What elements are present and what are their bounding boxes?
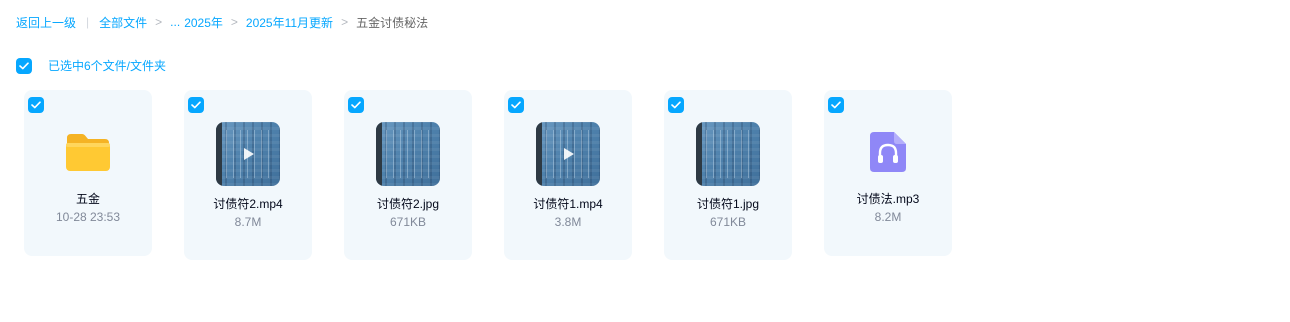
file-checkbox[interactable] <box>188 97 204 113</box>
chevron-right-icon: > <box>230 15 238 29</box>
back-link[interactable]: 返回上一级 <box>16 14 76 31</box>
selection-count: 已选中6个文件/文件夹 <box>48 59 167 73</box>
headphones-icon <box>870 132 906 172</box>
breadcrumb-level1-link[interactable]: 2025年 <box>184 14 223 31</box>
file-card[interactable]: 讨债符1.jpg 671KB <box>664 90 792 260</box>
check-icon <box>19 61 29 69</box>
video-thumbnail <box>536 122 600 186</box>
video-thumbnail <box>216 122 280 186</box>
check-icon <box>351 101 361 109</box>
select-all-checkbox[interactable] <box>16 57 32 74</box>
select-all-row: 已选中6个文件/文件夹 <box>16 57 166 74</box>
check-icon <box>191 101 201 109</box>
file-checkbox[interactable] <box>668 97 684 113</box>
breadcrumb-divider: | <box>86 15 90 29</box>
file-card[interactable]: 讨债符2.jpg 671KB <box>344 90 472 260</box>
file-meta: 671KB <box>389 215 427 229</box>
breadcrumb-ellipsis[interactable]: ... <box>170 15 180 29</box>
file-checkbox[interactable] <box>28 97 44 113</box>
file-name: 讨债法.mp3 <box>856 192 920 206</box>
breadcrumb: 返回上一级 | 全部文件 > ... 2025年 > 2025年11月更新 > … <box>16 12 428 32</box>
file-name: 讨债符2.mp4 <box>213 197 283 211</box>
file-card[interactable]: 讨债法.mp3 8.2M <box>824 90 952 256</box>
file-checkbox[interactable] <box>508 97 524 113</box>
file-name: 讨债符2.jpg <box>376 197 440 211</box>
breadcrumb-current: 五金讨债秘法 <box>356 15 429 30</box>
check-icon <box>31 101 41 109</box>
breadcrumb-root-link[interactable]: 全部文件 <box>99 14 147 31</box>
file-card[interactable]: 讨债符2.mp4 8.7M <box>184 90 312 260</box>
folder-icon <box>66 134 110 171</box>
play-icon <box>244 148 254 160</box>
file-meta: 671KB <box>709 215 747 229</box>
file-meta: 8.2M <box>874 210 902 224</box>
image-thumbnail <box>696 122 760 186</box>
file-card[interactable]: 五金 10-28 23:53 <box>24 90 152 256</box>
file-name: 讨债符1.mp4 <box>533 197 603 211</box>
file-name: 五金 <box>75 192 100 206</box>
breadcrumb-level2-link[interactable]: 2025年11月更新 <box>246 14 333 31</box>
file-card[interactable]: 讨债符1.mp4 3.8M <box>504 90 632 260</box>
chevron-right-icon: > <box>341 15 349 29</box>
play-icon <box>564 148 574 160</box>
file-checkbox[interactable] <box>828 97 844 113</box>
file-meta: 10-28 23:53 <box>55 210 121 224</box>
file-meta: 8.7M <box>234 215 262 229</box>
file-meta: 3.8M <box>554 215 582 229</box>
check-icon <box>831 101 841 109</box>
file-name: 讨债符1.jpg <box>696 197 760 211</box>
file-checkbox[interactable] <box>348 97 364 113</box>
chevron-right-icon: > <box>155 15 163 29</box>
image-thumbnail <box>376 122 440 186</box>
check-icon <box>671 101 681 109</box>
check-icon <box>511 101 521 109</box>
